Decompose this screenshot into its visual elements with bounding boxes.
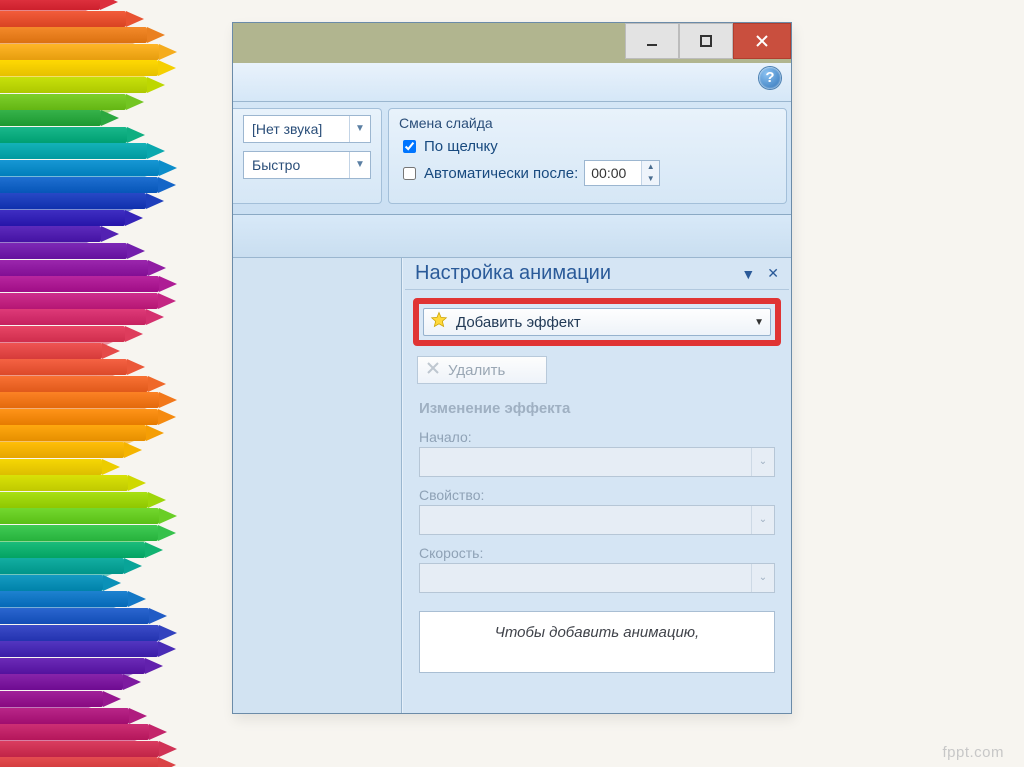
decorative-pencils (0, 0, 240, 767)
sound-combo[interactable]: [Нет звука] ▼ (243, 115, 371, 143)
chevron-down-icon: ▼ (349, 116, 370, 142)
close-button[interactable] (733, 23, 791, 59)
ribbon: [Нет звука] ▼ Быстро ▼ Смена слайда По щ… (233, 102, 791, 215)
delete-icon (426, 361, 440, 379)
ribbon-group-slide-change: Смена слайда По щелчку Автоматически пос… (388, 108, 787, 204)
auto-after-label: Автоматически после: (424, 165, 578, 182)
animation-pane: Настройка анимации ▼ ✕ Добавить эффект ▼ (402, 258, 791, 714)
ribbon-group-transition: [Нет звука] ▼ Быстро ▼ (233, 108, 382, 204)
auto-after-value: 00:00 (585, 165, 641, 181)
pane-menu-icon[interactable]: ▼ (735, 264, 761, 284)
chevron-down-icon: ⌄ (751, 448, 774, 476)
chevron-down-icon: ⌄ (751, 564, 774, 592)
speed-combo-value: Быстро (244, 157, 349, 173)
spinner-up[interactable]: ▲ (641, 161, 659, 173)
auto-after-row: Автоматически после: 00:00 ▲ ▼ (399, 160, 776, 186)
delete-effect-button[interactable]: Удалить (417, 356, 547, 384)
chevron-down-icon: ▼ (754, 317, 764, 328)
on-click-label: По щелчку (424, 138, 498, 155)
chevron-down-icon: ⌄ (751, 506, 774, 534)
speed-effect-combo[interactable]: ⌄ (419, 563, 775, 593)
maximize-button[interactable] (679, 23, 733, 59)
close-icon (755, 34, 769, 48)
titlebar (233, 23, 791, 63)
minimize-button[interactable] (625, 23, 679, 59)
pane-close-icon[interactable]: ✕ (761, 263, 785, 284)
spinner-buttons: ▲ ▼ (641, 161, 659, 185)
speed-combo[interactable]: Быстро ▼ (243, 151, 371, 179)
minimize-icon (645, 34, 659, 48)
on-click-checkbox[interactable] (403, 140, 416, 153)
group-title: Смена слайда (399, 115, 776, 131)
start-combo[interactable]: ⌄ (419, 447, 775, 477)
under-titlebar: ? (233, 63, 791, 102)
hint-text: Чтобы добавить анимацию, (495, 624, 699, 641)
pane-title: Настройка анимации (409, 262, 735, 285)
field-speed-label: Скорость: (419, 545, 775, 561)
add-effect-label: Добавить эффект (456, 314, 581, 331)
auto-after-checkbox[interactable] (403, 167, 416, 180)
hint-box: Чтобы добавить анимацию, (419, 611, 775, 673)
auto-after-spinner[interactable]: 00:00 ▲ ▼ (584, 160, 660, 186)
ribbon-lower-strip (233, 215, 791, 258)
section-label: Изменение эффекта (419, 400, 775, 417)
highlight-box: Добавить эффект ▼ (413, 298, 781, 346)
sound-combo-value: [Нет звука] (244, 121, 349, 137)
chevron-down-icon: ▼ (349, 152, 370, 178)
field-property-label: Свойство: (419, 487, 775, 503)
pane-header: Настройка анимации ▼ ✕ (405, 260, 789, 290)
spinner-down[interactable]: ▼ (641, 173, 659, 185)
field-start-label: Начало: (419, 429, 775, 445)
star-icon (430, 311, 448, 333)
delete-label: Удалить (448, 362, 505, 379)
workspace: Настройка анимации ▼ ✕ Добавить эффект ▼ (233, 258, 791, 714)
slide-canvas-edge (233, 258, 402, 714)
on-click-row: По щелчку (399, 137, 776, 156)
add-effect-button[interactable]: Добавить эффект ▼ (423, 308, 771, 336)
window-buttons (625, 23, 791, 63)
help-icon[interactable]: ? (759, 67, 781, 89)
maximize-icon (699, 34, 713, 48)
watermark: fppt.com (942, 744, 1004, 761)
powerpoint-window: ? [Нет звука] ▼ Быстро ▼ Смена слайда По… (232, 22, 792, 714)
property-combo[interactable]: ⌄ (419, 505, 775, 535)
